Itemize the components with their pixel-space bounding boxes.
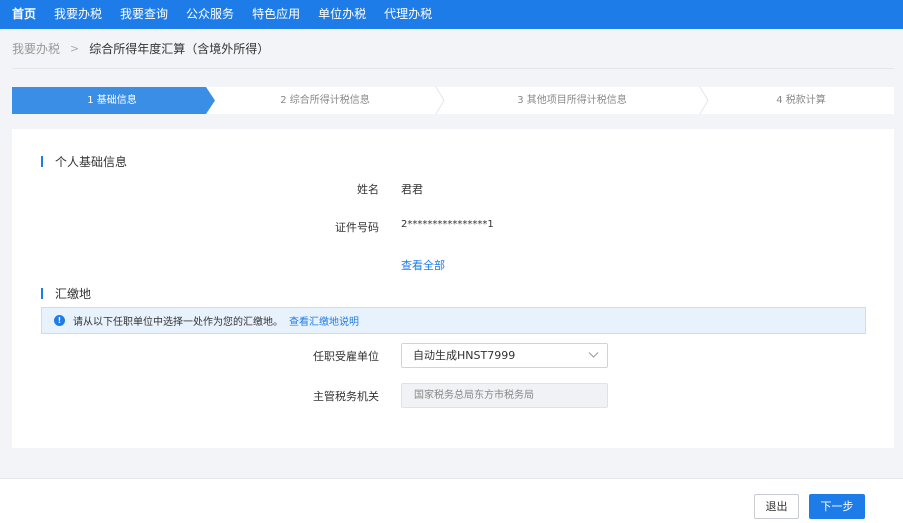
section-filing-place: 汇缴地: [41, 285, 91, 302]
tax-office-label: 主管税务机关: [313, 390, 379, 403]
nav-item-public-service[interactable]: 公众服务: [180, 0, 240, 29]
employer-select[interactable]: 自动生成HNST7999: [401, 343, 608, 368]
employer-label: 任职受雇单位: [313, 350, 379, 363]
top-nav: 首页 我要办税 我要查询 公众服务 特色应用 单位办税 代理办税: [0, 0, 903, 29]
nav-item-home[interactable]: 首页: [6, 0, 42, 29]
name-value: 君君: [401, 183, 423, 196]
breadcrumb-current: 综合所得年度汇算（含境外所得）: [89, 42, 270, 56]
step-indicator: 1 基础信息 2 综合所得计税信息 3 其他项目所得计税信息 4 税款计算: [12, 87, 894, 114]
breadcrumb: 我要办税 > 综合所得年度汇算（含境外所得）: [12, 40, 269, 57]
section-title-basic: 个人基础信息: [55, 155, 128, 169]
form-card: 个人基础信息 姓名 君君 证件号码 2****************1 查看全…: [12, 129, 894, 448]
step-comprehensive-income: 2 综合所得计税信息: [280, 95, 370, 106]
breadcrumb-parent[interactable]: 我要办税: [12, 40, 60, 57]
nav-item-query[interactable]: 我要查询: [114, 0, 174, 29]
nav-item-featured-apps[interactable]: 特色应用: [246, 0, 306, 29]
step-tax-calculation: 4 税款计算: [776, 95, 826, 106]
footer-actions: 退出 下一步: [0, 478, 903, 523]
next-step-button[interactable]: 下一步: [809, 494, 865, 519]
divider: [12, 68, 894, 69]
id-number-value: 2****************1: [401, 219, 494, 230]
nav-item-agent-tax[interactable]: 代理办税: [378, 0, 438, 29]
filing-explanation-link[interactable]: 查看汇缴地说明: [289, 313, 359, 328]
nav-item-company-tax[interactable]: 单位办税: [312, 0, 372, 29]
notice-text: 请从以下任职单位中选择一处作为您的汇缴地。: [73, 317, 283, 328]
view-all-link[interactable]: 查看全部: [401, 257, 445, 273]
section-basic-info: 个人基础信息: [41, 153, 127, 170]
nav-item-tax-handling[interactable]: 我要办税: [48, 0, 108, 29]
info-icon: !: [54, 315, 65, 326]
id-number-label: 证件号码: [335, 221, 379, 234]
tax-office-field: 国家税务总局东方市税务局: [401, 383, 608, 408]
employer-select-value: 自动生成HNST7999: [413, 349, 516, 362]
filing-notice: ! 请从以下任职单位中选择一处作为您的汇缴地。 查看汇缴地说明: [41, 307, 866, 334]
chevron-right-icon: >: [70, 42, 80, 55]
step-other-income: 3 其他项目所得计税信息: [517, 95, 627, 106]
section-title-filing: 汇缴地: [55, 287, 92, 301]
exit-button[interactable]: 退出: [754, 494, 799, 519]
name-label: 姓名: [357, 183, 379, 196]
section-bar: [41, 156, 43, 167]
section-bar: [41, 288, 43, 299]
chevron-down-icon: [588, 352, 599, 358]
step-basic-info: 1 基础信息: [87, 95, 137, 106]
